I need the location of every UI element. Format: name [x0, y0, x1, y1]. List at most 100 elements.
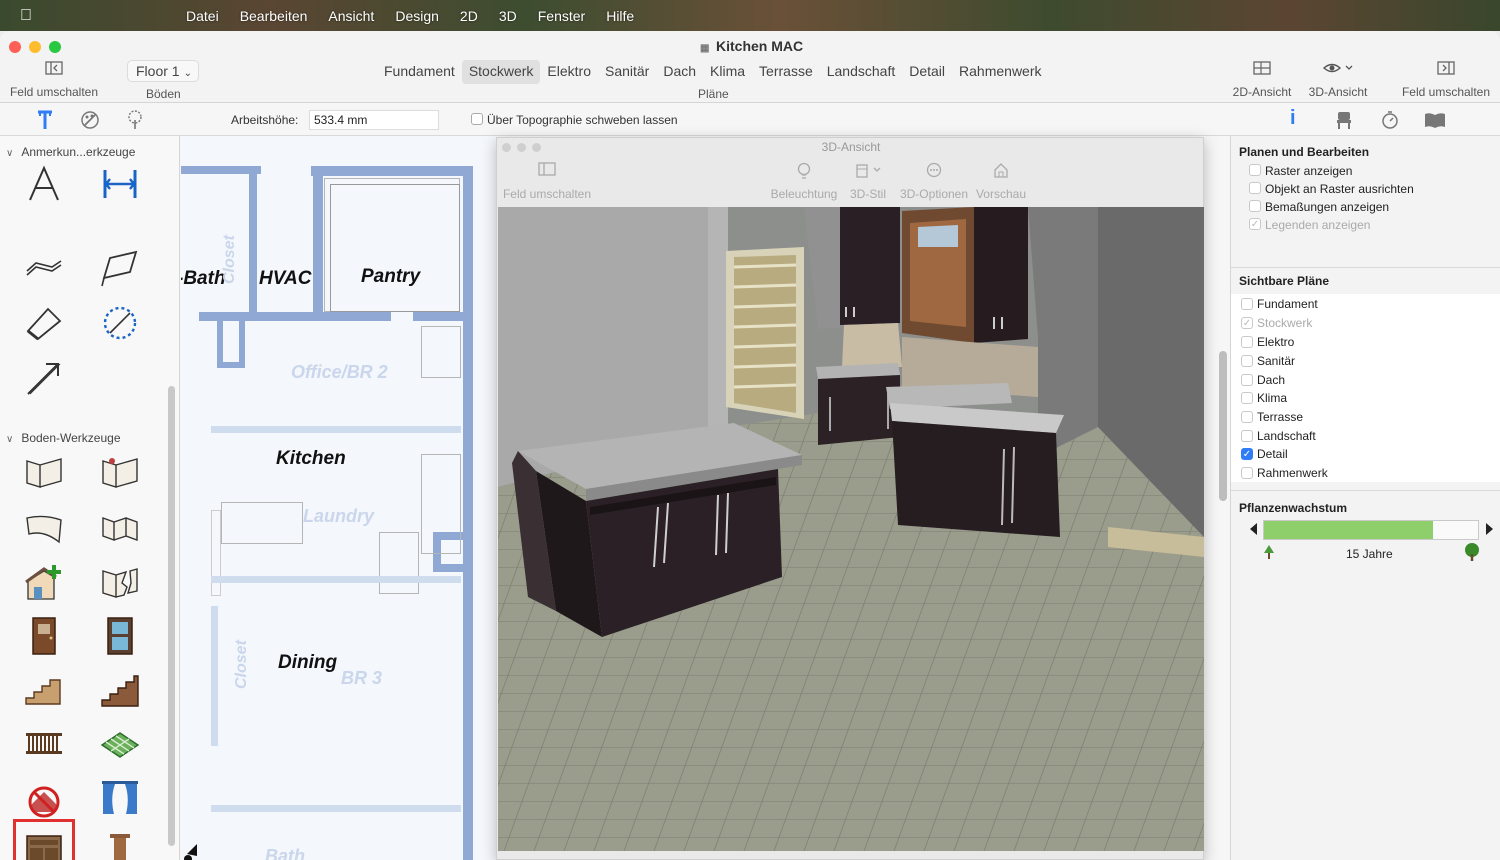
menu-item-2d[interactable]: 2D: [460, 8, 478, 24]
plan-tab-dach[interactable]: Dach: [656, 60, 703, 84]
annotation-tools-tab-icon[interactable]: [36, 110, 54, 135]
left-panel-scrollbar[interactable]: [168, 386, 175, 846]
3d-render-viewport[interactable]: [498, 207, 1204, 851]
plan-label-elektro: Elektro: [1257, 335, 1295, 349]
plan-checkbox-detail[interactable]: ✓: [1241, 448, 1253, 460]
selected-tool-highlight: [13, 819, 75, 860]
window-tool-icon[interactable]: [98, 614, 142, 658]
menu-item-fenster[interactable]: Fenster: [538, 8, 585, 24]
curved-wall-tool-icon[interactable]: [22, 506, 66, 550]
plan-tab-elektro[interactable]: Elektro: [540, 60, 598, 84]
plan-scrollbar[interactable]: [1219, 351, 1227, 501]
growth-decrease-arrow-icon[interactable]: [1250, 523, 1258, 538]
left-panel-toggle[interactable]: Feld umschalten: [6, 61, 102, 99]
floor-select[interactable]: Floor 1 ⌄: [127, 60, 199, 82]
tool-library-panel: ∨ Anmerkun...erkzeuge ∨ Boden-Werkzeuge: [0, 136, 180, 860]
floor-plan-canvas[interactable]: -Bath HVAC Pantry Kitchen Dining Office/…: [181, 136, 496, 860]
menu-item-datei[interactable]: Datei: [186, 8, 219, 24]
preview-button[interactable]: Vorschau: [973, 162, 1029, 201]
properties-panel: Planen und Bearbeiten Raster anzeigen Ob…: [1230, 136, 1500, 860]
show-dimensions-checkbox[interactable]: [1249, 200, 1261, 212]
plan-tab-landschaft[interactable]: Landschaft: [820, 60, 903, 84]
3d-options-button[interactable]: 3D-Optionen: [897, 162, 971, 201]
room-label-laundry: Laundry: [303, 506, 375, 526]
lighting-button[interactable]: Beleuchtung: [767, 162, 841, 201]
plan-label-fundament: Fundament: [1257, 297, 1318, 311]
wall: [311, 166, 473, 176]
plan-tab-klima[interactable]: Klima: [703, 60, 752, 84]
plan-checkbox-landschaft[interactable]: [1241, 430, 1253, 442]
minimize-window-button[interactable]: [29, 41, 41, 53]
toolbar: ▦ Kitchen MAC Feld umschalten Floor 1 ⌄ Bö…: [0, 31, 1500, 103]
close-window-button[interactable]: [9, 41, 21, 53]
section-floor-tools[interactable]: ∨ Boden-Werkzeuge: [6, 431, 121, 445]
3d-panel-toggle[interactable]: Feld umschalten: [501, 162, 593, 201]
marker-tool-icon[interactable]: [22, 301, 66, 345]
section-annotation-tools[interactable]: ∨ Anmerkun...erkzeuge: [6, 145, 135, 159]
work-height-label: Arbeitshöhe:: [231, 113, 299, 127]
wall: [413, 312, 465, 321]
plan-tab-fundament[interactable]: Fundament: [377, 60, 462, 84]
staircase-tool-icon[interactable]: [98, 668, 142, 712]
growth-increase-arrow-icon[interactable]: [1485, 523, 1493, 538]
zoom-window-button[interactable]: [49, 41, 61, 53]
menu-item-hilfe[interactable]: Hilfe: [606, 8, 634, 24]
work-height-input[interactable]: 533.4 mm: [309, 110, 439, 130]
plan-tab-detail[interactable]: Detail: [902, 60, 952, 84]
float-over-topography-checkbox[interactable]: [471, 113, 483, 125]
library-book-icon[interactable]: [1424, 110, 1446, 135]
door-tool-icon[interactable]: [22, 614, 66, 658]
room-wall-tool-icon[interactable]: [98, 451, 142, 495]
right-panel-toggle[interactable]: Feld umschalten: [1398, 61, 1494, 99]
plan-checkbox-fundament[interactable]: [1241, 298, 1253, 310]
plan-checkbox-klima[interactable]: [1241, 392, 1253, 404]
plan-checkbox-elektro[interactable]: [1241, 336, 1253, 348]
3d-style-button[interactable]: 3D-Stil: [843, 162, 893, 201]
no-roof-tool-icon[interactable]: [22, 776, 66, 820]
railing-wall-tool-icon[interactable]: [98, 506, 142, 550]
info-icon[interactable]: i: [1290, 107, 1296, 130]
menu-item-bearbeiten[interactable]: Bearbeiten: [240, 8, 308, 24]
dimension-tool-icon[interactable]: [98, 162, 142, 206]
add-room-tool-icon[interactable]: [22, 561, 66, 605]
plan-checkbox-terrasse[interactable]: [1241, 411, 1253, 423]
wall-tool-icon[interactable]: [22, 451, 66, 495]
callout-tool-icon[interactable]: [98, 246, 142, 290]
view-3d-button[interactable]: 3D-Ansicht: [1304, 61, 1372, 99]
apple-icon[interactable]: : [20, 7, 36, 24]
menu-item-design[interactable]: Design: [395, 8, 439, 24]
plan-tab-terrasse[interactable]: Terrasse: [752, 60, 820, 84]
visible-plans-heading: Sichtbare Pläne: [1239, 274, 1330, 288]
plan-checkbox-rahmenwerk[interactable]: [1241, 467, 1253, 479]
plan-tab-sanitaer[interactable]: Sanitär: [598, 60, 656, 84]
palette-icon[interactable]: [80, 110, 100, 135]
break-wall-tool-icon[interactable]: [98, 561, 142, 605]
tree-icon[interactable]: [125, 110, 145, 135]
revision-cloud-tool-icon[interactable]: [98, 301, 142, 345]
stairs-tool-icon[interactable]: [22, 668, 66, 712]
room-label-office: Office/BR 2: [291, 362, 388, 382]
view-2d-button[interactable]: 2D-Ansicht: [1228, 61, 1296, 99]
snap-to-grid-checkbox[interactable]: [1249, 182, 1261, 194]
show-grid-checkbox[interactable]: [1249, 164, 1261, 176]
plan-checkbox-dach[interactable]: [1241, 374, 1253, 386]
menu-item-3d[interactable]: 3D: [499, 8, 517, 24]
stopwatch-icon[interactable]: [1380, 110, 1400, 135]
column-tool-icon[interactable]: [98, 830, 142, 860]
chevron-down-icon: ∨: [6, 434, 14, 445]
arrow-tool-icon[interactable]: [22, 356, 66, 400]
menu-item-ansicht[interactable]: Ansicht: [328, 8, 374, 24]
arrow-line-tool-icon[interactable]: [22, 246, 66, 290]
plan-checkbox-sanitaer[interactable]: [1241, 355, 1253, 367]
plant-growth-slider[interactable]: [1263, 520, 1479, 540]
chair-icon[interactable]: [1334, 110, 1354, 135]
text-tool-icon[interactable]: [22, 162, 66, 206]
plan-tab-stockwerk[interactable]: Stockwerk: [461, 60, 541, 84]
deck-tool-icon[interactable]: [98, 722, 142, 766]
plan-checkbox-stockwerk[interactable]: ✓: [1241, 317, 1253, 329]
railing-tool-icon[interactable]: [22, 722, 66, 766]
curtain-tool-icon[interactable]: [98, 776, 142, 820]
plan-tab-rahmenwerk[interactable]: Rahmenwerk: [952, 60, 1048, 84]
show-legends-checkbox[interactable]: ✓: [1249, 218, 1261, 230]
large-tree-icon: [1463, 542, 1481, 565]
